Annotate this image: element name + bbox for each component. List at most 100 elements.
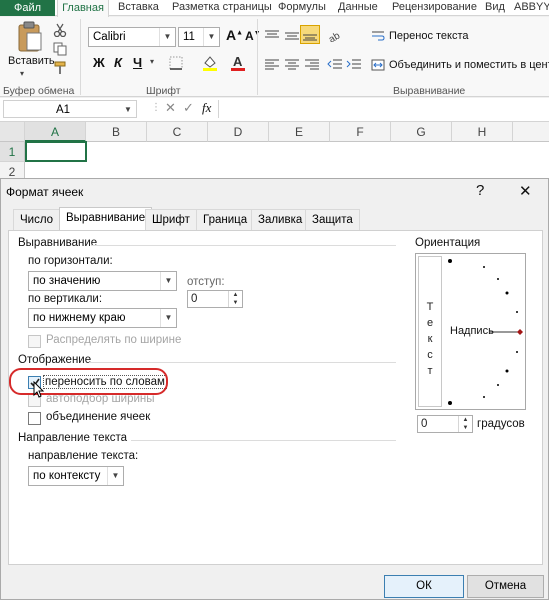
active-cell-a1[interactable] [25, 141, 87, 162]
cut-icon[interactable] [52, 23, 68, 37]
merge-cells-checkbox[interactable] [28, 412, 41, 425]
vertical-text-char: т [427, 365, 433, 377]
tab-data[interactable]: Данные [338, 1, 378, 13]
paste-icon[interactable] [15, 21, 45, 53]
tab-fill[interactable]: Заливка [251, 209, 310, 230]
grow-font-icon[interactable]: A▲ [226, 27, 243, 43]
column-header[interactable]: C [147, 122, 208, 142]
font-name-value: Calibri [93, 31, 126, 43]
paste-dropdown-icon[interactable]: ▾ [20, 69, 24, 78]
clipboard-group-label: Буфер обмена [3, 85, 75, 97]
horizontal-align-select[interactable]: по значению ▼ [28, 271, 177, 291]
row-header[interactable]: 1 [0, 142, 25, 162]
close-icon[interactable]: ✕ [519, 182, 532, 200]
tab-file[interactable]: Файл [0, 0, 55, 16]
justify-distributed-checkbox[interactable] [28, 335, 41, 348]
text-direction-value: по контексту [33, 470, 101, 482]
degrees-label: градусов [477, 418, 525, 430]
merge-center-button[interactable]: Объединить и поместить в центре [389, 59, 549, 71]
tab-alignment[interactable]: Выравнивание [59, 207, 153, 231]
insert-function-icon[interactable]: fx [202, 100, 211, 116]
tab-protection[interactable]: Защита [305, 209, 360, 230]
help-icon[interactable]: ? [476, 182, 484, 199]
fill-color-icon[interactable] [200, 54, 220, 72]
formula-input[interactable] [218, 100, 549, 118]
tab-insert[interactable]: Вставка [118, 1, 159, 13]
wrap-text-button[interactable]: Перенос текста [389, 30, 469, 42]
dialog-title: Формат ячеек [6, 185, 84, 199]
tab-border[interactable]: Граница [196, 209, 255, 230]
vertical-text-char: к [427, 333, 433, 345]
chevron-down-icon: ▼ [160, 272, 176, 290]
copy-icon[interactable] [52, 42, 68, 56]
spinner-arrows-icon[interactable]: ▲ ▼ [228, 291, 242, 307]
name-box[interactable]: A1 ▼ [3, 100, 137, 118]
tab-number[interactable]: Число [13, 209, 61, 230]
cancel-formula-icon[interactable]: ✕ [165, 100, 176, 116]
align-middle-icon[interactable] [283, 28, 301, 42]
align-bottom-icon[interactable] [300, 25, 320, 44]
horizontal-align-value: по значению [33, 275, 101, 287]
formula-bar-dots: ⋮ [151, 102, 161, 113]
borders-icon[interactable] [168, 56, 184, 70]
vertical-text-char: е [426, 317, 434, 329]
tab-page-layout[interactable]: Разметка страницы [172, 1, 272, 13]
column-header[interactable] [513, 122, 549, 142]
tab-formulas[interactable]: Формулы [278, 1, 326, 13]
divider [80, 19, 81, 95]
column-header[interactable]: A [25, 122, 86, 142]
vertical-text-char: Т [426, 301, 434, 313]
column-header[interactable]: B [86, 122, 147, 142]
merge-center-icon[interactable] [370, 58, 386, 72]
align-top-icon[interactable] [263, 28, 281, 42]
shrink-font-icon[interactable]: A▼ [245, 29, 261, 43]
degrees-spinner[interactable]: 0 ▲ ▼ [417, 415, 473, 433]
underline-icon[interactable]: Ч [133, 55, 142, 70]
svg-text:A: A [233, 54, 243, 69]
merge-cells-label: объединение ячеек [46, 411, 151, 423]
text-alignment-section-title: Выравнивание [18, 237, 98, 249]
tab-font[interactable]: Шрифт [145, 209, 197, 230]
orientation-icon[interactable]: ab [326, 28, 344, 42]
column-header[interactable]: E [269, 122, 330, 142]
column-header[interactable]: G [391, 122, 452, 142]
chevron-down-icon[interactable]: ▾ [150, 57, 154, 66]
paste-label[interactable]: Вставить [8, 55, 55, 67]
select-all-corner[interactable] [0, 122, 25, 142]
format-painter-icon[interactable] [52, 61, 68, 75]
tab-home[interactable]: Главная [57, 0, 109, 17]
font-color-icon[interactable]: A [228, 54, 248, 72]
spinner-arrows-icon[interactable]: ▲ ▼ [458, 416, 472, 432]
font-size-select[interactable]: 11 ▼ [178, 27, 220, 47]
bold-icon[interactable]: Ж [93, 55, 105, 70]
name-box-value: A1 [56, 104, 71, 116]
vertical-text-button[interactable]: Т е к с т [418, 256, 442, 407]
format-cells-dialog: Формат ячеек ? ✕ Число Выравнивание Шриф… [0, 178, 549, 600]
align-right-icon[interactable] [303, 57, 321, 71]
tab-review[interactable]: Рецензирование [392, 1, 477, 13]
vertical-text-char: с [427, 349, 433, 361]
column-header[interactable]: D [208, 122, 269, 142]
italic-icon[interactable]: К [114, 55, 122, 70]
text-direction-label: направление текста: [28, 450, 139, 462]
column-header[interactable]: H [452, 122, 513, 142]
indent-spinner[interactable]: 0 ▲ ▼ [187, 290, 243, 308]
align-left-icon[interactable] [263, 57, 281, 71]
tab-view[interactable]: Вид [485, 1, 505, 13]
degrees-value: 0 [421, 418, 428, 430]
vertical-align-select[interactable]: по нижнему краю ▼ [28, 308, 177, 328]
align-center-icon[interactable] [283, 57, 301, 71]
confirm-formula-icon[interactable]: ✓ [183, 100, 194, 116]
orientation-sample-text: Надпись [450, 325, 494, 337]
wrap-text-icon[interactable] [370, 29, 386, 43]
cancel-button[interactable]: Отмена [467, 575, 544, 598]
ok-button[interactable]: ОК [384, 575, 464, 598]
font-name-select[interactable]: Calibri ▼ [88, 27, 176, 47]
increase-indent-icon[interactable] [345, 57, 363, 71]
text-direction-select[interactable]: по контексту ▼ [28, 466, 124, 486]
decrease-indent-icon[interactable] [326, 57, 344, 71]
chevron-down-icon: ▼ [203, 28, 219, 46]
column-header[interactable]: F [330, 122, 391, 142]
svg-text:ab: ab [327, 30, 342, 42]
tab-abbyy[interactable]: ABBYY [514, 1, 549, 13]
